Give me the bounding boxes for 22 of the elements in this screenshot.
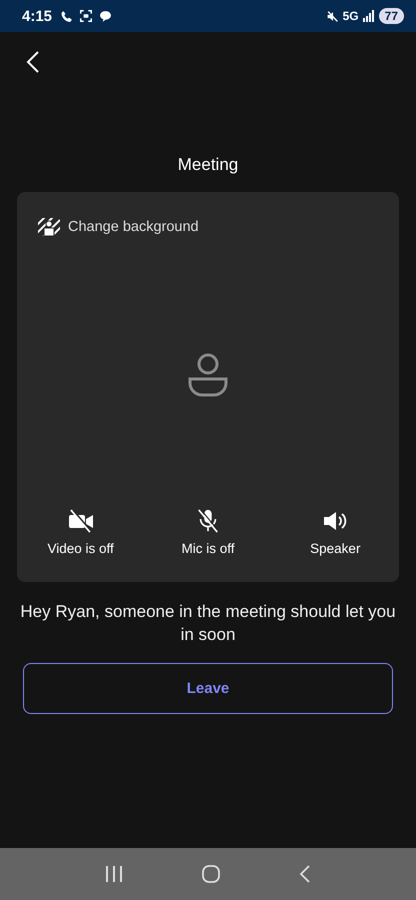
microphone-toggle[interactable]: Mic is off bbox=[152, 509, 263, 556]
home-icon[interactable] bbox=[202, 865, 220, 883]
speaker-icon bbox=[323, 509, 348, 533]
change-background-button[interactable]: Change background bbox=[17, 192, 199, 236]
signal-icon bbox=[362, 10, 375, 22]
speaker-toggle[interactable]: Speaker bbox=[280, 509, 390, 556]
network-label: 5G bbox=[342, 9, 359, 23]
page-title: Meeting bbox=[176, 154, 240, 176]
camera-toggle[interactable]: Video is off bbox=[26, 509, 136, 556]
mute-icon bbox=[326, 10, 339, 22]
battery-level: 77 bbox=[378, 8, 404, 24]
person-icon bbox=[187, 352, 229, 398]
screenshot-icon bbox=[79, 9, 94, 23]
status-time: 4:15 bbox=[22, 8, 52, 24]
background-icon bbox=[38, 218, 60, 236]
waiting-message: Hey Ryan, someone in the meeting should let you in soon bbox=[20, 601, 396, 646]
recent-apps-icon[interactable] bbox=[104, 866, 123, 882]
camera-off-icon bbox=[68, 509, 94, 533]
microphone-off-icon bbox=[196, 509, 220, 533]
chat-icon bbox=[99, 10, 112, 22]
leave-button[interactable]: Leave bbox=[23, 663, 393, 714]
phone-icon bbox=[60, 10, 74, 22]
